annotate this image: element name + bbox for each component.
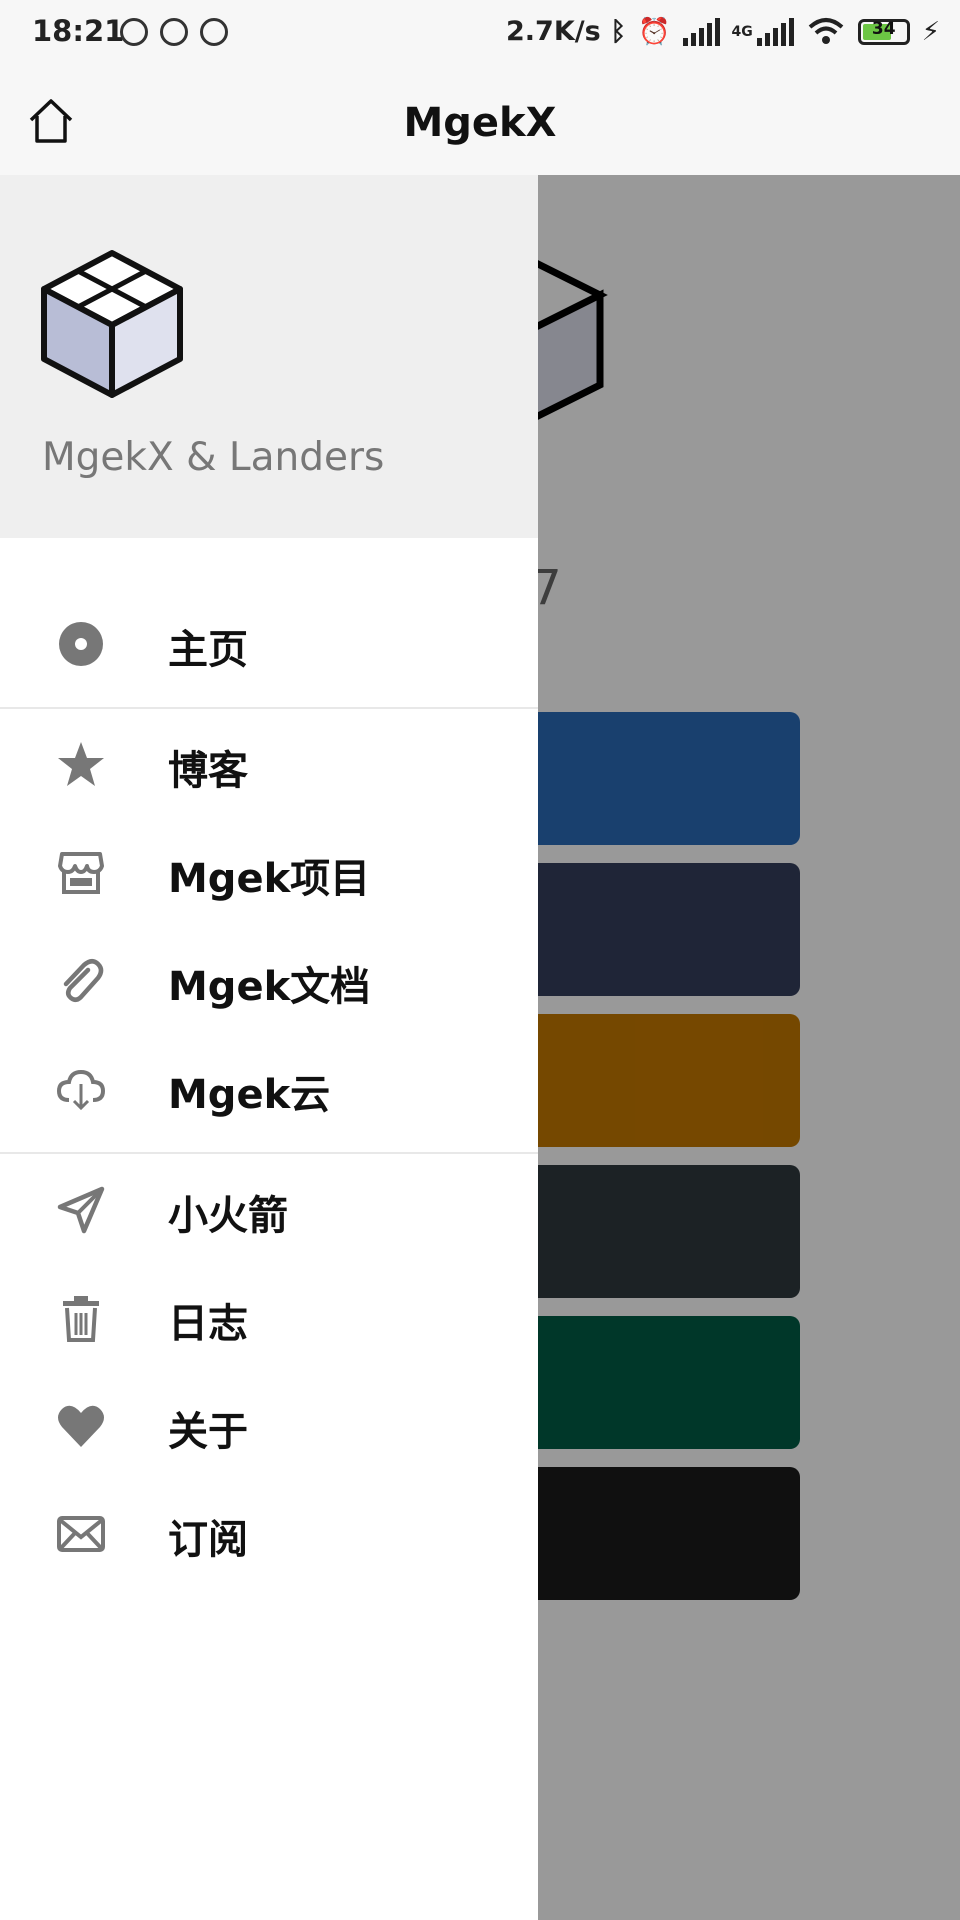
cloud-download-icon (56, 1069, 106, 1111)
paperclip-icon (63, 959, 104, 1002)
store-icon (58, 852, 104, 894)
battery-icon: 34 (857, 19, 910, 45)
menu-item-label: 关于 (168, 1409, 248, 1455)
send-icon (57, 1186, 105, 1234)
signal-icon (682, 18, 720, 46)
menu-item-projects[interactable]: Mgek项目 (0, 826, 538, 918)
notification-icon (160, 18, 188, 46)
menu-item-label: 日志 (168, 1301, 248, 1347)
menu-item-label: 订阅 (168, 1517, 248, 1563)
signal-4g-icon (756, 18, 794, 46)
alarm-icon: ⏰ (638, 17, 671, 47)
network-speed: 2.7K/s (506, 16, 601, 47)
menu-item-label: Mgek文档 (168, 964, 371, 1010)
notification-icon (120, 18, 148, 46)
menu-item-log[interactable]: 日志 (0, 1271, 538, 1363)
bluetooth-icon: ᛒ (610, 17, 627, 47)
record-icon (59, 622, 103, 666)
menu-item-home[interactable]: 主页 (0, 597, 538, 689)
menu-item-about[interactable]: 关于 (0, 1379, 538, 1471)
menu-item-label: 小火箭 (168, 1193, 288, 1239)
app-bar: MgekX (0, 68, 960, 175)
trash-icon (63, 1296, 99, 1342)
menu-item-blog[interactable]: 博客 (0, 718, 538, 810)
network-type: 4G (731, 24, 753, 40)
status-right-icons: ᛒ ⏰ 4G 34 ⚡ (611, 14, 940, 50)
battery-level: 34 (871, 19, 896, 39)
menu-item-label: Mgek项目 (168, 856, 371, 902)
mail-icon (57, 1516, 105, 1552)
divider (0, 707, 538, 709)
status-bar: 18:21 2.7K/s ᛒ ⏰ 4G 34 ⚡ (0, 0, 960, 68)
star-icon (58, 742, 104, 786)
navigation-drawer: MgekX & Landers 主页 博客 Mgek项目 Mgek文档 Mgek… (0, 175, 538, 1920)
drawer-caption: MgekX & Landers (42, 435, 385, 480)
app-title: MgekX (403, 100, 557, 146)
menu-item-label: Mgek云 (168, 1072, 331, 1118)
charging-icon: ⚡ (921, 17, 940, 47)
heart-icon (58, 1405, 104, 1447)
divider (0, 1152, 538, 1154)
menu-item-docs[interactable]: Mgek文档 (0, 934, 538, 1026)
notification-icon (200, 18, 228, 46)
menu-item-label: 博客 (168, 748, 248, 794)
menu-item-label: 主页 (168, 627, 248, 673)
menu-item-cloud[interactable]: Mgek云 (0, 1042, 538, 1134)
menu-item-rocket[interactable]: 小火箭 (0, 1163, 538, 1255)
status-time: 18:21 (32, 14, 125, 48)
drawer-logo (41, 250, 183, 398)
drawer-header: MgekX & Landers (0, 175, 538, 538)
wifi-icon (808, 18, 844, 44)
menu-item-subscribe[interactable]: 订阅 (0, 1487, 538, 1579)
notification-icons (120, 18, 228, 46)
